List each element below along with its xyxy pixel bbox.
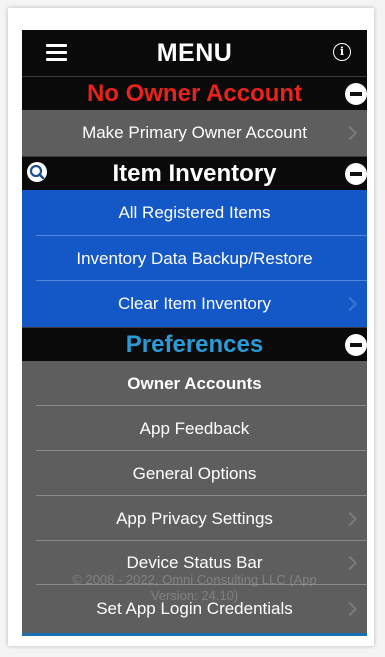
menu-title: MENU — [156, 38, 233, 67]
section-label-preferences: Preferences — [125, 330, 264, 358]
row-label: Inventory Data Backup/Restore — [76, 248, 313, 268]
row-label: Device Status Bar — [126, 553, 263, 572]
menu-screen: MENU i No Owner Account Make Primary Own… — [22, 30, 367, 636]
row-app-feedback[interactable]: App Feedback — [22, 406, 367, 451]
row-general-options[interactable]: General Options — [22, 451, 367, 496]
row-owner-accounts[interactable]: Owner Accounts — [22, 361, 367, 406]
row-label: All Registered Items — [118, 203, 271, 222]
section-header-no-owner[interactable]: No Owner Account — [22, 76, 367, 110]
row-label: Owner Accounts — [127, 373, 262, 393]
row-make-primary-owner-account[interactable]: Make Primary Owner Account — [22, 110, 367, 156]
row-all-registered-items[interactable]: All Registered Items — [22, 190, 367, 236]
row-device-status-bar[interactable]: Device Status Bar — [22, 541, 367, 585]
collapse-minus-icon[interactable] — [345, 83, 367, 105]
row-set-app-login-credentials[interactable]: Set App Login Credentials — [22, 585, 367, 633]
section-header-preferences[interactable]: Preferences — [22, 327, 367, 361]
chevron-right-icon — [342, 601, 358, 617]
chevron-right-icon — [342, 125, 358, 141]
section-label-no-owner: No Owner Account — [86, 79, 303, 107]
row-label: Make Primary Owner Account — [82, 123, 307, 142]
row-inventory-data-backup-restore[interactable]: Inventory Data Backup/Restore — [22, 236, 367, 281]
section-header-item-inventory[interactable]: Item Inventory — [22, 156, 367, 190]
row-clear-item-inventory[interactable]: Clear Item Inventory — [22, 281, 367, 327]
chevron-right-icon — [342, 555, 358, 571]
row-label: Clear Item Inventory — [117, 294, 272, 313]
section-label-item-inventory: Item Inventory — [112, 159, 277, 187]
bottom-accent-line — [22, 633, 367, 636]
row-label: General Options — [132, 463, 257, 483]
collapse-minus-icon[interactable] — [345, 334, 367, 356]
row-label: App Feedback — [139, 418, 250, 438]
chevron-right-icon — [342, 511, 358, 526]
row-label: App Privacy Settings — [116, 508, 273, 528]
info-icon[interactable]: i — [333, 43, 351, 61]
hamburger-menu-icon[interactable] — [46, 44, 67, 62]
row-app-privacy-settings[interactable]: App Privacy Settings — [22, 496, 367, 541]
search-icon[interactable] — [26, 161, 48, 183]
chevron-right-icon — [342, 296, 358, 312]
menu-header: MENU i — [22, 30, 367, 76]
row-label: Set App Login Credentials — [96, 599, 293, 618]
collapse-minus-icon[interactable] — [345, 163, 367, 185]
